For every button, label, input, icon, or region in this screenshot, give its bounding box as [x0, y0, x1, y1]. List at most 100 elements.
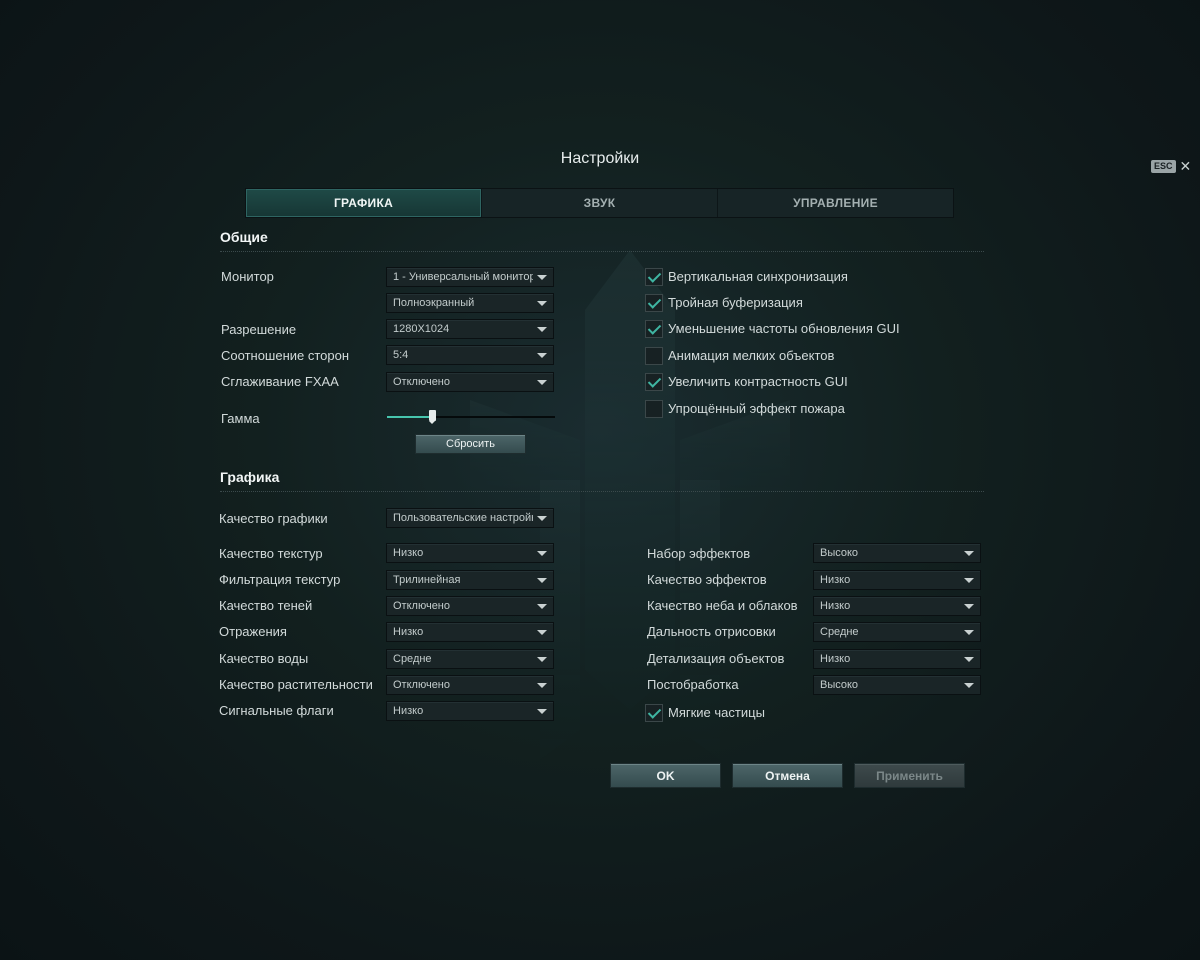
- graphics-quality-value: Пользовательские настройки: [393, 512, 533, 524]
- postprocessing-label: Постобработка: [647, 677, 739, 692]
- tab-controls[interactable]: УПРАВЛЕНИЕ: [718, 189, 953, 217]
- signal-flags-dropdown[interactable]: Низко: [386, 701, 554, 721]
- apply-button[interactable]: Применить: [854, 763, 965, 788]
- effects-quality-label: Качество эффектов: [647, 572, 767, 587]
- shadow-quality-dropdown[interactable]: Отключено: [386, 596, 554, 616]
- chevron-down-icon: [537, 578, 547, 583]
- divider: [220, 491, 984, 492]
- checkmark-icon: [647, 295, 662, 309]
- chevron-down-icon: [964, 630, 974, 635]
- texture-filtering-label: Фильтрация текстур: [219, 572, 341, 587]
- chevron-down-icon: [537, 551, 547, 556]
- chevron-down-icon: [537, 516, 547, 521]
- signal-flags-value: Низко: [393, 705, 424, 717]
- checkmark-icon: [647, 374, 662, 388]
- small-objects-animation-checkbox[interactable]: [645, 347, 663, 365]
- tab-sound[interactable]: ЗВУК: [482, 189, 718, 217]
- object-detail-value: Низко: [820, 653, 851, 665]
- aspect-ratio-value: 5:4: [393, 349, 409, 361]
- texture-filtering-dropdown[interactable]: Трилинейная: [386, 570, 554, 590]
- display-mode-value: Полноэкранный: [393, 297, 475, 309]
- monitor-value: 1 - Универсальный монитор PnP: [393, 271, 533, 283]
- reflections-dropdown[interactable]: Низко: [386, 622, 554, 642]
- vegetation-quality-dropdown[interactable]: Отключено: [386, 675, 554, 695]
- gamma-slider-handle[interactable]: [429, 410, 436, 424]
- simplified-fire-checkbox[interactable]: [645, 400, 663, 418]
- triple-buffering-checkbox[interactable]: [645, 294, 663, 312]
- resolution-value: 1280X1024: [393, 323, 450, 335]
- section-graphics-title: Графика: [220, 469, 280, 485]
- chevron-down-icon: [964, 657, 974, 662]
- draw-distance-dropdown[interactable]: Средне: [813, 622, 981, 642]
- divider: [220, 251, 984, 252]
- fxaa-value: Отключено: [393, 376, 450, 388]
- postprocessing-dropdown[interactable]: Высоко: [813, 675, 981, 695]
- graphics-quality-label: Качество графики: [219, 511, 328, 526]
- close-icon: ✕: [1179, 158, 1192, 174]
- sky-quality-value: Низко: [820, 600, 851, 612]
- signal-flags-label: Сигнальные флаги: [219, 703, 334, 718]
- texture-quality-label: Качество текстур: [219, 546, 323, 561]
- water-quality-value: Средне: [393, 653, 432, 665]
- chevron-down-icon: [964, 551, 974, 556]
- sky-quality-dropdown[interactable]: Низко: [813, 596, 981, 616]
- chevron-down-icon: [537, 380, 547, 385]
- page-title: Настройки: [560, 150, 640, 167]
- soft-particles-label: Мягкие частицы: [668, 705, 765, 720]
- gamma-label: Гамма: [221, 411, 260, 426]
- chevron-down-icon: [537, 275, 547, 280]
- gui-contrast-checkbox[interactable]: [645, 373, 663, 391]
- small-objects-animation-label: Анимация мелких объектов: [668, 348, 835, 363]
- chevron-down-icon: [964, 578, 974, 583]
- display-mode-dropdown[interactable]: Полноэкранный: [386, 293, 554, 313]
- tab-bar: ГРАФИКА ЗВУК УПРАВЛЕНИЕ: [245, 188, 954, 218]
- sky-quality-label: Качество неба и облаков: [647, 598, 798, 613]
- esc-key-icon: ESC: [1151, 159, 1176, 173]
- resolution-dropdown[interactable]: 1280X1024: [386, 319, 554, 339]
- texture-quality-dropdown[interactable]: Низко: [386, 543, 554, 563]
- aspect-ratio-dropdown[interactable]: 5:4: [386, 345, 554, 365]
- effects-quality-dropdown[interactable]: Низко: [813, 570, 981, 590]
- vegetation-quality-label: Качество растительности: [219, 677, 373, 692]
- close-button[interactable]: ESC ✕: [1151, 159, 1191, 173]
- texture-filtering-value: Трилинейная: [393, 574, 461, 586]
- gamma-slider[interactable]: [387, 410, 555, 424]
- soft-particles-checkbox[interactable]: [645, 704, 663, 722]
- vegetation-quality-value: Отключено: [393, 679, 450, 691]
- shadow-quality-label: Качество теней: [219, 598, 313, 613]
- gui-contrast-label: Увеличить контрастность GUI: [668, 374, 848, 389]
- reset-gamma-button[interactable]: Сбросить: [415, 434, 526, 454]
- water-quality-label: Качество воды: [219, 651, 309, 666]
- chevron-down-icon: [537, 657, 547, 662]
- texture-quality-value: Низко: [393, 547, 424, 559]
- checkmark-icon: [647, 705, 662, 719]
- effects-set-value: Высоко: [820, 547, 859, 559]
- ok-button[interactable]: OK: [610, 763, 721, 788]
- chevron-down-icon: [537, 630, 547, 635]
- chevron-down-icon: [537, 327, 547, 332]
- tab-graphics[interactable]: ГРАФИКА: [246, 189, 482, 217]
- vsync-label: Вертикальная синхронизация: [668, 269, 848, 284]
- resolution-label: Разрешение: [221, 322, 297, 337]
- triple-buffering-label: Тройная буферизация: [668, 295, 803, 310]
- chevron-down-icon: [537, 709, 547, 714]
- gui-refresh-label: Уменьшение частоты обновления GUI: [668, 321, 900, 336]
- gui-refresh-checkbox[interactable]: [645, 320, 663, 338]
- simplified-fire-label: Упрощённый эффект пожара: [668, 401, 845, 416]
- monitor-dropdown[interactable]: 1 - Универсальный монитор PnP: [386, 267, 554, 287]
- object-detail-dropdown[interactable]: Низко: [813, 649, 981, 669]
- checkmark-icon: [647, 321, 662, 335]
- cancel-button[interactable]: Отмена: [732, 763, 843, 788]
- object-detail-label: Детализация объектов: [647, 651, 785, 666]
- aspect-ratio-label: Соотношение сторон: [221, 348, 350, 363]
- fxaa-dropdown[interactable]: Отключено: [386, 372, 554, 392]
- graphics-quality-dropdown[interactable]: Пользовательские настройки: [386, 508, 554, 528]
- vsync-checkbox[interactable]: [645, 268, 663, 286]
- shadow-quality-value: Отключено: [393, 600, 450, 612]
- effects-set-label: Набор эффектов: [647, 546, 751, 561]
- effects-set-dropdown[interactable]: Высоко: [813, 543, 981, 563]
- chevron-down-icon: [537, 301, 547, 306]
- chevron-down-icon: [537, 353, 547, 358]
- water-quality-dropdown[interactable]: Средне: [386, 649, 554, 669]
- chevron-down-icon: [537, 604, 547, 609]
